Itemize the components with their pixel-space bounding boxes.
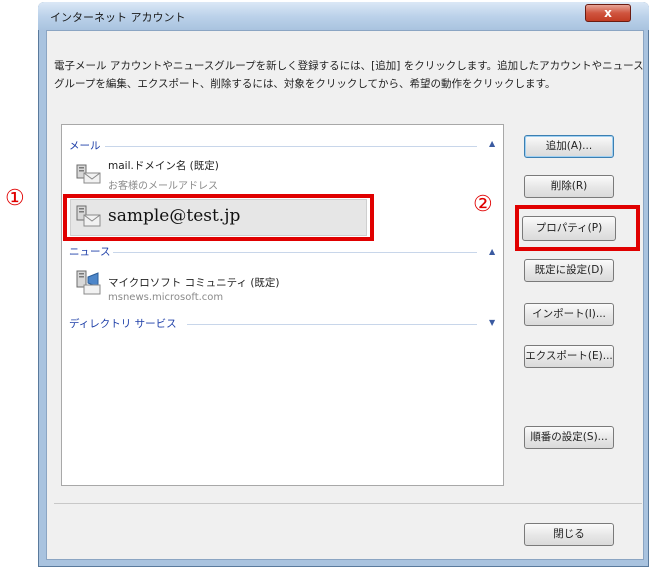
instructions-text: 電子メール アカウントやニュースグループを新しく登録するには、[追加] をクリッ… [54,60,644,90]
annotation-marker-2: ② [473,192,493,217]
close-button[interactable]: x [585,4,631,22]
order-settings-button[interactable]: 順番の設定(S)... [524,426,614,449]
chevron-up-icon[interactable]: ▲ [489,247,495,256]
close-dialog-button-label: 閉じる [553,528,585,540]
export-button-label: エクスポート(E)... [525,350,613,362]
close-icon: x [604,6,612,20]
remove-button[interactable]: 削除(R) [524,175,614,198]
group-divider [187,324,477,325]
account-name[interactable]: mail.ドメイン名 (既定) [108,158,219,173]
group-header-news[interactable]: ニュース [69,244,110,259]
order-settings-button-label: 順番の設定(S)... [530,431,608,443]
group-divider [113,252,477,253]
annotation-marker-1: ① [5,186,25,211]
annotation-box-properties [515,205,640,251]
divider [54,503,642,504]
group-divider [105,146,477,147]
window-title: インターネット アカウント [50,11,186,24]
mail-account-icon [76,164,101,184]
add-button[interactable]: 追加(A)... [524,135,614,158]
import-button[interactable]: インポート(I)... [524,303,614,326]
news-server-address: msnews.microsoft.com [108,292,224,303]
close-dialog-button[interactable]: 閉じる [524,523,614,546]
chevron-up-icon[interactable]: ▲ [489,139,495,148]
export-button[interactable]: エクスポート(E)... [524,345,614,368]
group-header-mail[interactable]: メール [69,138,101,153]
set-default-button-label: 既定に設定(D) [534,264,604,276]
account-address: お客様のメールアドレス [108,181,218,192]
news-account-name[interactable]: マイクロソフト コミュニティ (既定) [108,275,280,290]
set-default-button[interactable]: 既定に設定(D) [524,259,614,282]
annotation-box-account [63,194,374,241]
group-header-directory[interactable]: ディレクトリ サービス [69,316,177,331]
chevron-down-icon[interactable]: ▼ [489,318,495,327]
add-button-label: 追加(A)... [545,140,593,152]
news-account-icon [76,270,101,295]
import-button-label: インポート(I)... [532,308,606,320]
remove-button-label: 削除(R) [550,180,588,192]
